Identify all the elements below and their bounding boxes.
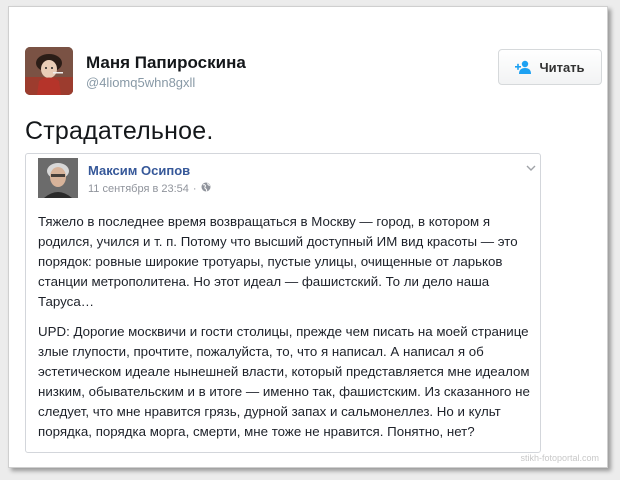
- author-name[interactable]: Маня Папироскина: [86, 53, 246, 73]
- embed-date[interactable]: 11 сентября в 23:54: [88, 183, 189, 195]
- embed-author-avatar[interactable]: [38, 158, 78, 198]
- globe-icon: [201, 182, 211, 195]
- follow-button[interactable]: Читать: [498, 49, 602, 85]
- watermark: stikh-fotoportal.com: [520, 453, 599, 463]
- screenshot-frame: Маня Папироскина @4liomq5whn8gxll Читать…: [8, 6, 608, 468]
- chevron-down-icon[interactable]: [526, 160, 536, 171]
- add-user-icon: [515, 60, 533, 74]
- author-handle[interactable]: @4liomq5whn8gxll: [86, 75, 195, 90]
- tweet-text: Страдательное.: [25, 117, 214, 145]
- embed-body: Тяжело в последнее время возвращаться в …: [38, 212, 534, 452]
- embed-separator: ·: [192, 182, 197, 195]
- follow-button-label: Читать: [539, 59, 585, 75]
- embed-paragraph-1: Тяжело в последнее время возвращаться в …: [38, 214, 518, 309]
- author-avatar[interactable]: [25, 47, 73, 95]
- embedded-post[interactable]: Максим Осипов 11 сентября в 23:54 · Тяже…: [25, 153, 541, 453]
- embed-paragraph-2: UPD: Дорогие москвичи и гости столицы, п…: [38, 324, 530, 439]
- embed-author-name[interactable]: Максим Осипов: [88, 163, 190, 178]
- embed-meta: 11 сентября в 23:54 ·: [88, 182, 211, 195]
